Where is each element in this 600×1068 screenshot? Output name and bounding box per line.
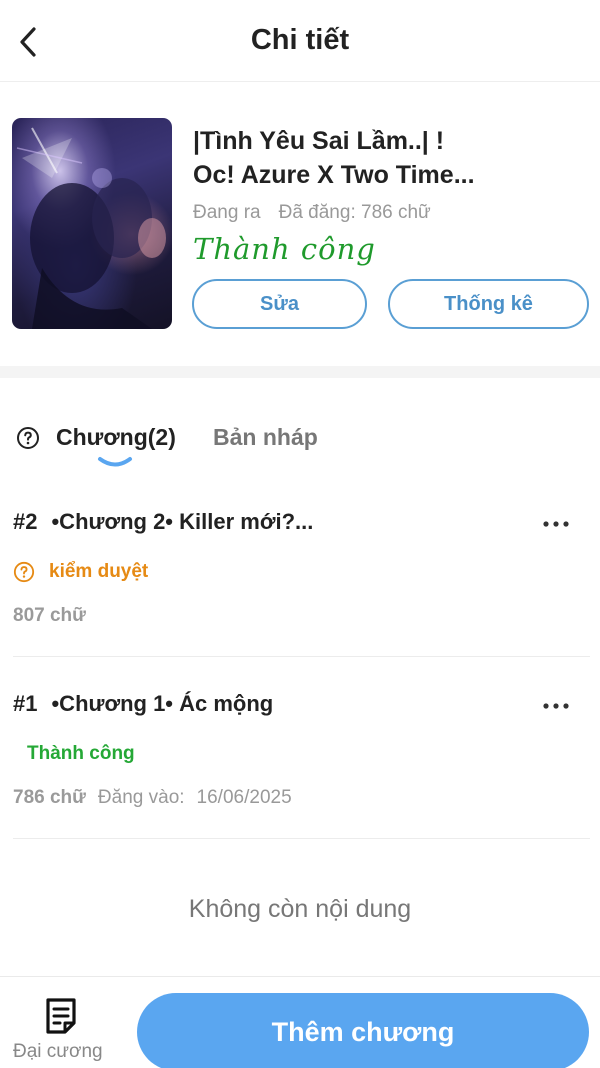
chapter-word-count: 786 chữ — [13, 787, 86, 808]
chapter-title: #2 •Chương 2• Killer mới?... — [13, 509, 313, 535]
more-options-icon[interactable] — [542, 517, 570, 531]
posted-date: 16/06/2025 — [196, 787, 292, 808]
edit-button[interactable]: Sửa — [192, 279, 367, 329]
book-status: Đang ra — [193, 202, 261, 223]
row-divider — [13, 656, 590, 657]
chapter-status-label: Thành công — [27, 743, 135, 764]
book-word-count: Đã đăng: 786 chữ — [278, 202, 431, 223]
statistics-button[interactable]: Thống kê — [388, 279, 589, 329]
chapter-word-count: 807 chữ — [13, 605, 86, 626]
end-of-list-text: Không còn nội dung — [188, 895, 412, 923]
book-title-line1: |Tình Yêu Sai Lầm..| ! — [193, 127, 445, 155]
bottom-action-bar: Đại cương Thêm chương — [0, 976, 600, 1068]
approval-status: Thành công — [193, 232, 376, 266]
section-divider — [0, 366, 600, 378]
chapter-status: kiểm duyệt — [13, 561, 148, 583]
question-circle-icon — [13, 561, 35, 583]
top-bar: Chi tiết — [0, 0, 600, 82]
tab-drafts[interactable]: Bản nháp — [213, 424, 318, 451]
chapter-name: •Chương 2• Killer mới?... — [51, 509, 314, 534]
cover-artwork — [16, 127, 166, 329]
chapter-title: #1 •Chương 1• Ác mộng — [13, 691, 273, 717]
row-divider — [13, 838, 590, 839]
chapter-number: #2 — [13, 509, 38, 534]
page-title: Chi tiết — [250, 24, 350, 56]
chapter-row[interactable]: #1 •Chương 1• Ác mộng Thành công 786 chữ Đ… — [13, 691, 590, 811]
posted-label: Đăng vào: — [97, 787, 185, 808]
book-info-card: |Tình Yêu Sai Lầm..| ! Oc! Azure X Two T… — [0, 82, 600, 374]
add-chapter-button[interactable]: Thêm chương — [137, 993, 589, 1068]
chapter-number: #1 — [13, 691, 38, 716]
active-tab-indicator — [98, 457, 132, 467]
chapter-name: •Chương 1• Ác mộng — [51, 691, 274, 716]
tab-chapters[interactable]: Chương(2) — [56, 424, 176, 451]
question-circle-icon[interactable] — [16, 426, 40, 450]
more-options-icon[interactable] — [542, 699, 570, 713]
chapter-meta: 807 chữ — [13, 605, 86, 627]
document-list-icon — [46, 998, 76, 1034]
book-meta: Đang ra Đã đăng: 786 chữ — [193, 202, 431, 224]
chapter-tabs: Chương(2) Bản nháp — [0, 378, 600, 478]
book-cover-image[interactable] — [12, 118, 172, 329]
chapter-meta: 786 chữ Đăng vào: 16/06/2025 — [13, 787, 292, 809]
chapter-status-label: kiểm duyệt — [49, 561, 149, 582]
book-title: |Tình Yêu Sai Lầm..| ! Oc! Azure X Two T… — [193, 124, 588, 192]
chapter-row[interactable]: #2 •Chương 2• Killer mới?... kiểm duyệt 8… — [13, 509, 590, 629]
outline-button[interactable]: Đại cương — [10, 995, 112, 1068]
book-title-line2: Oc! Azure X Two Time... — [193, 161, 475, 189]
outline-label: Đại cương — [13, 1041, 103, 1062]
